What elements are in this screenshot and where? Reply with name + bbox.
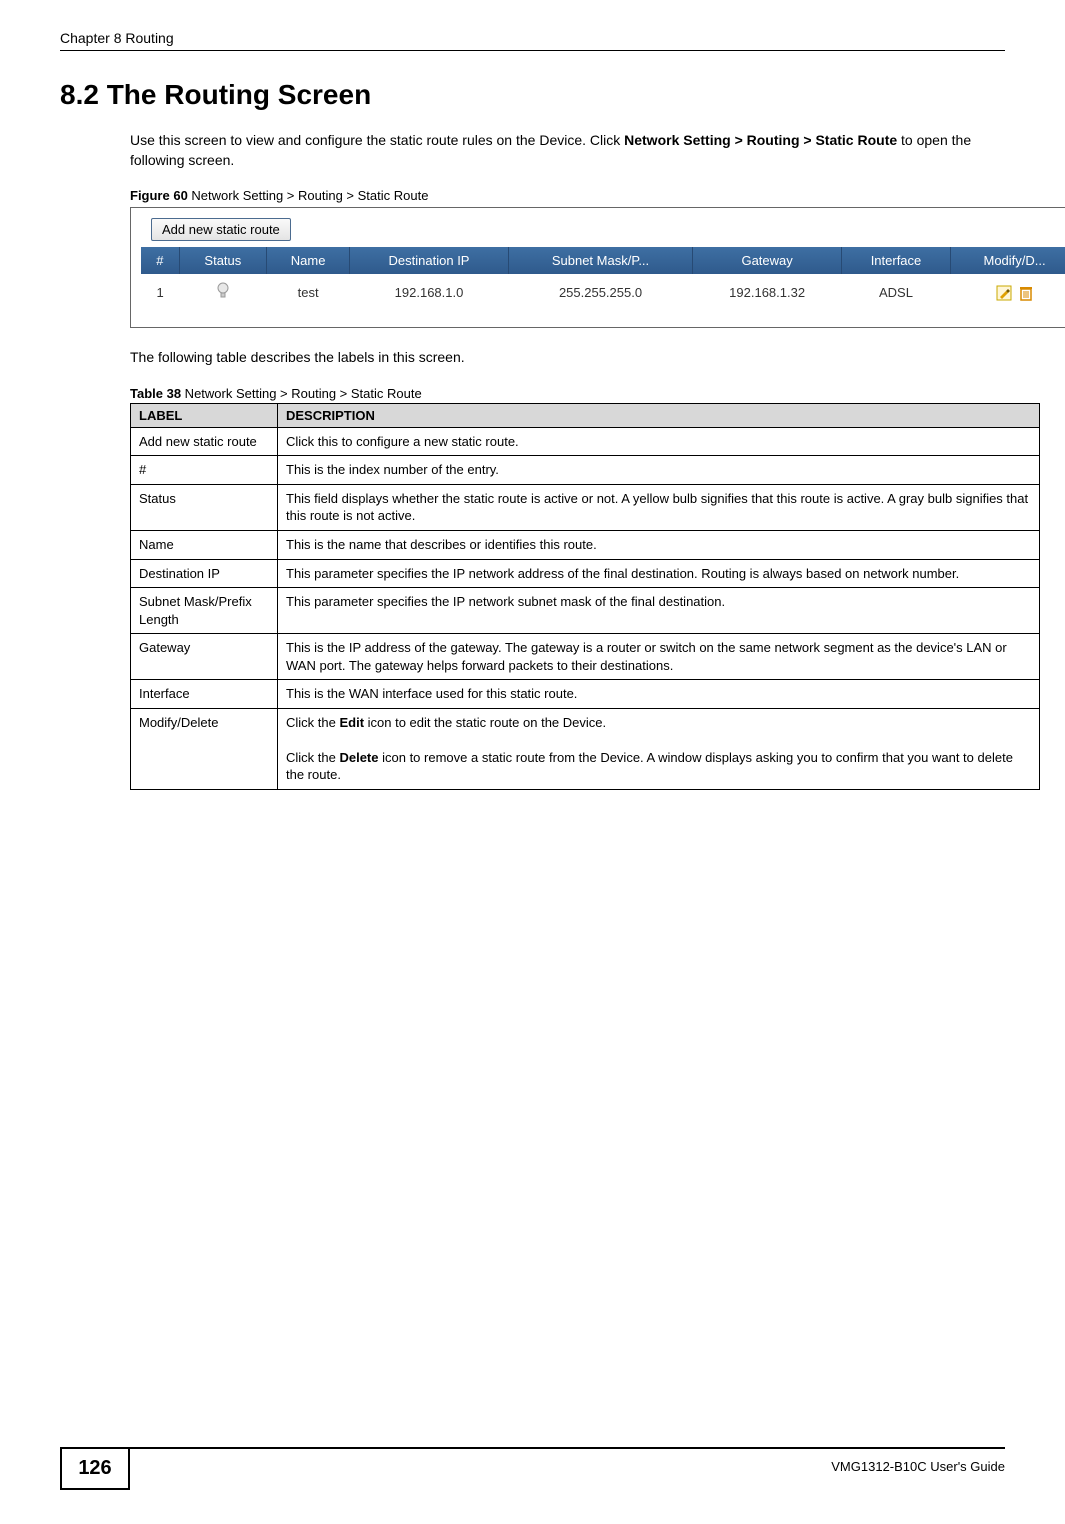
desc-row-destination-ip: Destination IP This parameter specifies … xyxy=(131,559,1040,588)
static-route-row-1: 1 test 192.168.1.0 255.255.255.0 192.168… xyxy=(141,274,1065,311)
delete-word: Delete xyxy=(339,750,378,765)
desc-label: Add new static route xyxy=(131,427,278,456)
desc-label: # xyxy=(131,456,278,485)
desc-text: This is the name that describes or ident… xyxy=(278,530,1040,559)
desc-row-subnet-mask: Subnet Mask/Prefix Length This parameter… xyxy=(131,588,1040,634)
modify-text-1: Click the xyxy=(286,715,339,730)
desc-row-gateway: Gateway This is the IP address of the ga… xyxy=(131,634,1040,680)
delete-icon[interactable] xyxy=(1017,284,1035,299)
desc-text: This parameter specifies the IP network … xyxy=(278,588,1040,634)
col-gateway[interactable]: Gateway xyxy=(693,247,842,274)
intro-text-1: Use this screen to view and configure th… xyxy=(130,132,624,148)
col-index[interactable]: # xyxy=(141,247,179,274)
desc-text: This is the WAN interface used for this … xyxy=(278,680,1040,709)
table-38-label: Table 38 xyxy=(130,386,181,401)
table-38-text: Network Setting > Routing > Static Route xyxy=(181,386,422,401)
desc-label: Subnet Mask/Prefix Length xyxy=(131,588,278,634)
desc-text-modify: Click the Edit icon to edit the static r… xyxy=(278,708,1040,789)
footer-guide-name: VMG1312-B10C User's Guide xyxy=(130,1449,1005,1490)
figure-60-caption: Figure 60 Network Setting > Routing > St… xyxy=(130,188,1005,203)
edit-icon[interactable] xyxy=(994,284,1018,299)
table-38-caption: Table 38 Network Setting > Routing > Sta… xyxy=(130,386,1005,401)
col-status[interactable]: Status xyxy=(179,247,266,274)
edit-word: Edit xyxy=(339,715,364,730)
desc-label: Status xyxy=(131,484,278,530)
cell-modify-delete xyxy=(951,274,1065,311)
static-route-table-header-row: # Status Name Destination IP Subnet Mask… xyxy=(141,247,1065,274)
cell-destination-ip: 192.168.1.0 xyxy=(350,274,508,311)
desc-table-header-row: LABEL DESCRIPTION xyxy=(131,403,1040,427)
col-name[interactable]: Name xyxy=(266,247,350,274)
desc-row-modify-delete: Modify/Delete Click the Edit icon to edi… xyxy=(131,708,1040,789)
desc-text: This field displays whether the static r… xyxy=(278,484,1040,530)
header-rule xyxy=(60,50,1005,51)
cell-interface: ADSL xyxy=(841,274,950,311)
desc-label: Destination IP xyxy=(131,559,278,588)
section-title: 8.2 The Routing Screen xyxy=(60,79,1005,111)
static-route-table: # Status Name Destination IP Subnet Mask… xyxy=(141,247,1065,311)
figure-60-text: Network Setting > Routing > Static Route xyxy=(188,188,429,203)
desc-row-status: Status This field displays whether the s… xyxy=(131,484,1040,530)
modify-text-4: icon to remove a static route from the D… xyxy=(286,750,1013,783)
desc-head-label: LABEL xyxy=(131,403,278,427)
bulb-off-icon xyxy=(216,282,230,300)
desc-label: Modify/Delete xyxy=(131,708,278,789)
desc-text: Click this to configure a new static rou… xyxy=(278,427,1040,456)
cell-status xyxy=(179,274,266,311)
following-table-text: The following table describes the labels… xyxy=(130,348,1005,368)
cell-subnet: 255.255.255.0 xyxy=(508,274,693,311)
desc-label: Name xyxy=(131,530,278,559)
col-destination-ip[interactable]: Destination IP xyxy=(350,247,508,274)
desc-row-index: # This is the index number of the entry. xyxy=(131,456,1040,485)
desc-text: This is the index number of the entry. xyxy=(278,456,1040,485)
col-interface[interactable]: Interface xyxy=(841,247,950,274)
desc-row-add-new: Add new static route Click this to confi… xyxy=(131,427,1040,456)
desc-label: Interface xyxy=(131,680,278,709)
page-footer: 126 VMG1312-B10C User's Guide xyxy=(0,1447,1065,1490)
intro-paragraph: Use this screen to view and configure th… xyxy=(130,131,1005,170)
page-number: 126 xyxy=(60,1449,130,1490)
cell-index: 1 xyxy=(141,274,179,311)
cell-name: test xyxy=(266,274,350,311)
desc-row-name: Name This is the name that describes or … xyxy=(131,530,1040,559)
figure-60-screenshot: Add new static route # Status Name Desti… xyxy=(130,207,1065,328)
modify-text-2: icon to edit the static route on the Dev… xyxy=(364,715,606,730)
modify-text-3: Click the xyxy=(286,750,339,765)
desc-row-interface: Interface This is the WAN interface used… xyxy=(131,680,1040,709)
col-modify-delete[interactable]: Modify/D... xyxy=(951,247,1065,274)
figure-60-label: Figure 60 xyxy=(130,188,188,203)
description-table: LABEL DESCRIPTION Add new static route C… xyxy=(130,403,1040,790)
col-subnet-mask[interactable]: Subnet Mask/P... xyxy=(508,247,693,274)
cell-gateway: 192.168.1.32 xyxy=(693,274,842,311)
desc-text: This is the IP address of the gateway. T… xyxy=(278,634,1040,680)
desc-label: Gateway xyxy=(131,634,278,680)
chapter-header: Chapter 8 Routing xyxy=(60,30,1005,48)
desc-text: This parameter specifies the IP network … xyxy=(278,559,1040,588)
desc-head-description: DESCRIPTION xyxy=(278,403,1040,427)
intro-nav-path: Network Setting > Routing > Static Route xyxy=(624,132,897,148)
add-new-static-route-button[interactable]: Add new static route xyxy=(151,218,291,241)
